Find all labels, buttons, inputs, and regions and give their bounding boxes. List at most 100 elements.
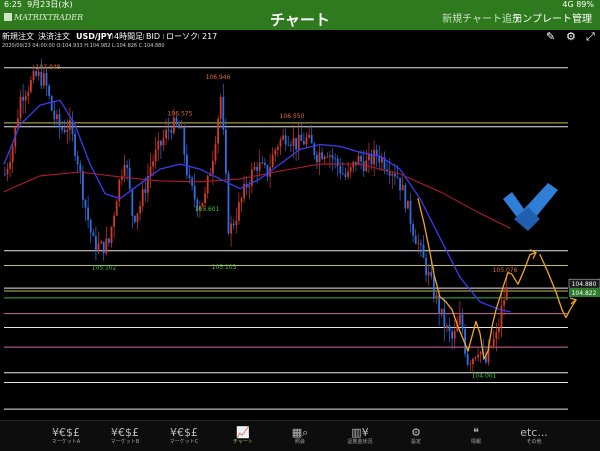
candle	[349, 167, 352, 172]
candle	[19, 96, 22, 119]
candle	[336, 158, 339, 166]
candle	[290, 144, 292, 146]
candle	[331, 155, 334, 159]
tab-chart[interactable]: 📈 チャート	[215, 421, 271, 451]
candle	[443, 308, 446, 328]
candle	[427, 272, 430, 276]
chart-kind-select[interactable]: ローソク	[166, 30, 198, 43]
candle	[399, 177, 401, 191]
pencil-icon[interactable]: ✎	[546, 31, 555, 42]
candle	[92, 232, 95, 237]
candle	[503, 300, 505, 306]
candle	[102, 241, 105, 254]
high-low-label: 105.076	[493, 267, 518, 274]
candle	[474, 357, 477, 359]
candle	[401, 185, 404, 191]
candle-count-select[interactable]: 217	[202, 30, 217, 43]
candle	[409, 200, 412, 225]
tab-market-b[interactable]: ¥€$£ マーケットB	[97, 421, 153, 451]
candle	[305, 137, 308, 145]
candle	[407, 200, 409, 209]
candle	[144, 189, 147, 193]
candle	[139, 206, 141, 214]
candle	[422, 244, 425, 258]
tab-market-a[interactable]: ¥€$£ マーケットA	[38, 421, 94, 451]
candle	[362, 161, 365, 172]
candle	[344, 173, 347, 177]
candle	[490, 346, 492, 347]
candle	[347, 171, 349, 177]
app-logo: MATRIXTRADER	[4, 13, 83, 22]
chart-area[interactable]: 107.048 106.946 106.575 106.550 105.601 105.1…	[0, 49, 600, 418]
candle	[282, 135, 284, 140]
tab-more[interactable]: etc... その他	[506, 421, 562, 451]
pair-select[interactable]: USD/JPY	[76, 30, 112, 43]
candle	[24, 96, 27, 101]
candle	[212, 160, 214, 174]
candle	[360, 156, 362, 162]
candle	[173, 117, 175, 133]
candle	[53, 110, 56, 120]
current-price-text: 104.880	[572, 281, 597, 288]
expand-icon[interactable]: ⤢	[586, 31, 595, 42]
candle	[461, 314, 464, 329]
tab-bar: ¥€$£ マーケットA ¥€$£ マーケットB ¥€$£ マーケットC 📈 チャート ▦…	[0, 420, 600, 451]
search-icon: ▦⌕	[291, 426, 309, 439]
candle	[165, 129, 167, 139]
side-select[interactable]: BID	[146, 30, 160, 43]
candle	[87, 207, 89, 221]
candle	[43, 73, 45, 86]
tab-news[interactable]: ❝ 情報	[448, 421, 504, 451]
candle	[167, 129, 170, 131]
candle	[175, 117, 178, 125]
add-chart-button[interactable]: 新規チャート追加	[442, 10, 522, 30]
candle	[82, 171, 84, 200]
timeframe-select[interactable]: 4時間足	[114, 30, 143, 43]
tab-margin[interactable]: ▥¥ 証拠金状況	[332, 421, 388, 451]
nav-bar: MATRIXTRADER チャート 新規チャート追加 テンプレート管理	[0, 10, 600, 30]
logo-mark-icon	[4, 13, 12, 21]
candle	[154, 149, 157, 162]
candle	[370, 153, 373, 165]
candle	[287, 144, 290, 146]
candle	[235, 220, 238, 226]
candle	[48, 85, 50, 96]
candle	[388, 171, 391, 176]
news-icon: ❝	[473, 426, 479, 439]
candle	[258, 162, 261, 171]
gear-icon[interactable]: ⚙	[566, 31, 576, 42]
tab-settings[interactable]: ⚙ 設定	[388, 421, 444, 451]
candle	[136, 213, 139, 222]
candle	[448, 325, 451, 332]
candle	[277, 146, 279, 150]
high-low-label: 107.048	[36, 64, 61, 71]
status-time: 6:25 9月23日(水)	[4, 0, 73, 9]
candle	[469, 363, 472, 365]
candle	[420, 243, 422, 245]
candle	[232, 223, 235, 226]
candle	[446, 325, 448, 328]
tab-inquiry[interactable]: ▦⌕ 照会	[272, 421, 328, 451]
candle	[472, 358, 474, 364]
candle	[477, 354, 479, 358]
new-order-button[interactable]: 新規注文	[2, 30, 34, 43]
candle	[115, 201, 118, 216]
candle	[391, 173, 394, 176]
settle-order-button[interactable]: 決済注文	[38, 30, 70, 43]
candle	[217, 118, 219, 144]
candle	[498, 327, 500, 333]
candlestick-chart[interactable]: 107.048 106.946 106.575 106.550 105.601 105.1…	[0, 49, 600, 418]
tab-market-c[interactable]: ¥€$£ マーケットC	[156, 421, 212, 451]
candle	[193, 185, 196, 200]
candle	[264, 163, 266, 166]
candle	[180, 126, 183, 129]
high-low-label: 105.103	[212, 264, 237, 271]
candle	[230, 223, 232, 234]
candle	[453, 331, 456, 339]
candle	[451, 331, 453, 339]
template-manage-button[interactable]: テンプレート管理	[512, 10, 592, 30]
candle	[295, 138, 297, 150]
candle	[214, 143, 217, 161]
candle	[74, 133, 76, 157]
arrowhead	[569, 297, 578, 305]
